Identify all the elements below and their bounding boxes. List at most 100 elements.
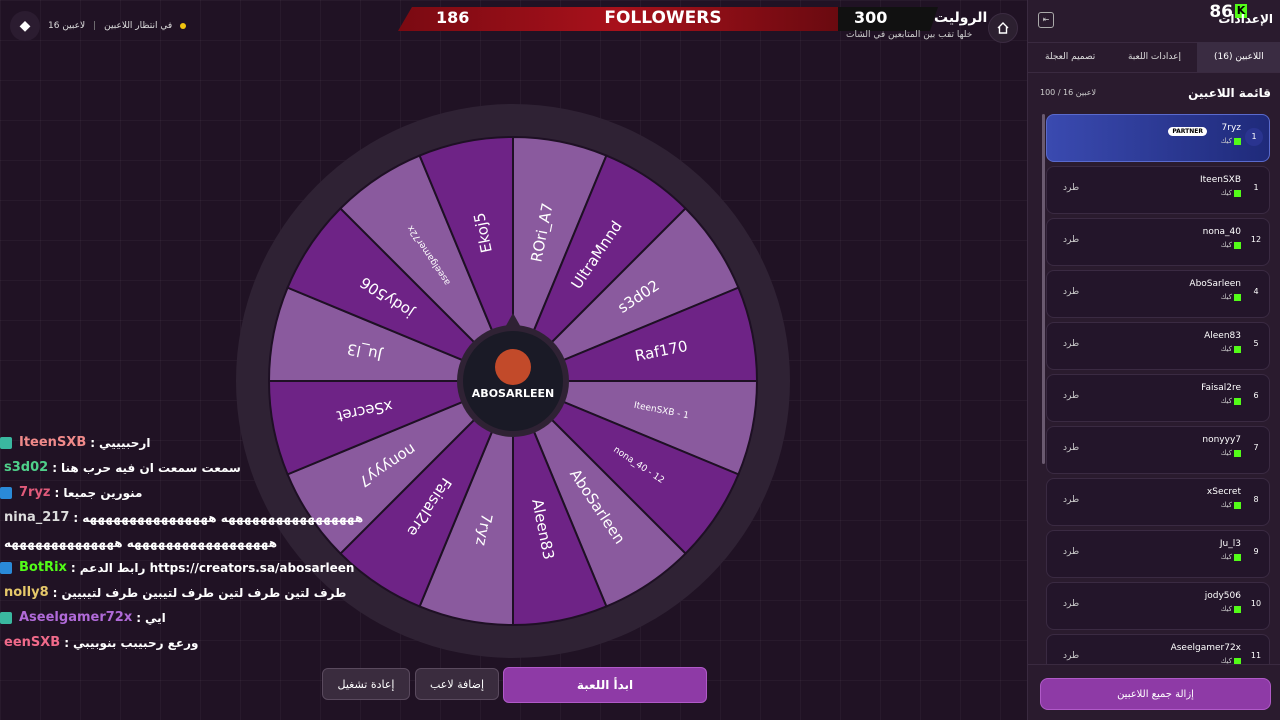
settings-panel: ⇤ 86 K الإعدادات تصميم العجلة إعدادات ال… — [1027, 0, 1280, 720]
restart-button[interactable]: إعادة تشغيل — [322, 668, 410, 700]
panel-title: الإعدادات — [1218, 12, 1273, 26]
player-row[interactable]: 1 7ryz كيك PARTNER — [1046, 114, 1270, 162]
player-row[interactable]: 9 Ju_l3 كيك طرد — [1046, 530, 1270, 578]
player-name: 7ryz — [1221, 123, 1241, 133]
add-player-button[interactable]: إضافة لاعب — [415, 668, 499, 700]
chat-badge-icon — [0, 611, 12, 624]
kick-player-button[interactable]: طرد — [1063, 287, 1079, 297]
chat-username[interactable]: eenSXB — [4, 635, 60, 650]
kick-player-button[interactable]: طرد — [1063, 599, 1079, 609]
kick-logo-icon — [1234, 345, 1241, 353]
kick-player-button[interactable]: طرد — [1063, 651, 1079, 661]
kick-player-button[interactable]: طرد — [1063, 235, 1079, 245]
players-count: 16 لاعبين — [48, 21, 86, 31]
player-name: nonyyy7 — [1202, 435, 1241, 445]
kick-logo-icon — [1234, 397, 1241, 405]
collapse-panel-icon[interactable]: ⇤ — [1038, 12, 1054, 28]
player-platform: كيك — [1221, 553, 1241, 561]
player-row[interactable]: 4 AboSarleen كيك طرد — [1046, 270, 1270, 318]
player-number: 9 — [1253, 547, 1259, 556]
chat-message: s3d02: سمعت سمعت ان فيه حرب هنا — [4, 460, 241, 475]
chat-message: IteenSXB: ارحبيييي — [0, 430, 420, 455]
player-name: AboSarleen — [1189, 279, 1241, 289]
roulette-subtitle: خلها تقب بين المتابعين في الشات — [846, 30, 973, 40]
player-name: jody506 — [1204, 591, 1241, 601]
player-number: 7 — [1253, 443, 1259, 452]
kick-player-button[interactable]: طرد — [1063, 443, 1079, 453]
player-row[interactable]: 12 nona_40 كيك طرد — [1046, 218, 1270, 266]
player-number: 1 — [1253, 183, 1259, 192]
kick-logo-icon — [1234, 137, 1241, 145]
chat-username[interactable]: 7ryz — [19, 485, 51, 500]
kick-logo-icon — [1234, 293, 1241, 301]
chat-text: ورعع رحبيبب بنوبيبي — [73, 635, 199, 650]
avatar-face-icon — [495, 349, 531, 385]
remove-all-players-button[interactable]: إزالة جميع اللاعبين — [1040, 678, 1271, 710]
kick-player-button[interactable]: طرد — [1063, 495, 1079, 505]
chat-username[interactable]: nolly8 — [4, 585, 49, 600]
player-number: 4 — [1253, 287, 1259, 296]
kick-logo-icon — [1234, 189, 1241, 197]
player-row[interactable]: 5 Aleen83 كيك طرد — [1046, 322, 1270, 370]
player-platform: كيك — [1221, 189, 1241, 197]
chat-feed: IteenSXB: ارحبيييي s3d02: سمعت سمعت ان فيه … — [0, 430, 420, 655]
chat-badge-icon — [0, 436, 12, 449]
player-row[interactable]: 11 Aseelgamer72x كيك طرد — [1046, 634, 1270, 664]
chat-text: ههههههههههههههههههه ههههههههههههههه — [4, 535, 278, 550]
player-number: 10 — [1250, 599, 1262, 608]
top-left-status: ◆ 16 لاعبين | في انتظار اللاعبين — [10, 10, 187, 42]
chat-username[interactable]: BotRix — [19, 560, 67, 575]
chat-text: طرف لتين طرف لتين طرف لتيبين طرف لتيبيين — [61, 585, 347, 600]
chat-username[interactable]: Aseelgamer72x — [19, 610, 132, 625]
waiting-status: في انتظار اللاعبين — [104, 21, 173, 31]
player-platform: كيك — [1221, 605, 1241, 613]
player-number: 1 — [1245, 128, 1263, 146]
players-list-count: 100 / 16 لاعبين — [1040, 88, 1097, 97]
player-platform: كيك — [1221, 293, 1241, 301]
tab-game-settings[interactable]: إعدادات اللعبة — [1112, 42, 1196, 72]
player-row[interactable]: 6 Faisal2re كيك طرد — [1046, 374, 1270, 422]
player-platform: كيك — [1221, 137, 1241, 145]
app-logo-icon: ◆ — [10, 11, 40, 41]
kick-player-button[interactable]: طرد — [1063, 339, 1079, 349]
player-name: Aseelgamer72x — [1170, 643, 1241, 653]
player-row[interactable]: 10 jody506 كيك طرد — [1046, 582, 1270, 630]
home-button[interactable] — [988, 13, 1018, 43]
status-dot-icon — [180, 23, 187, 29]
player-platform: كيك — [1221, 657, 1241, 664]
kick-player-button[interactable]: طرد — [1063, 183, 1079, 193]
chat-username[interactable]: s3d02 — [4, 460, 48, 475]
chat-message: ههههههههههههههههههه ههههههههههههههه — [0, 530, 420, 555]
player-platform: كيك — [1221, 241, 1241, 249]
home-icon — [997, 22, 1009, 34]
player-number: 8 — [1253, 495, 1259, 504]
roulette-title: الروليت — [934, 10, 988, 26]
player-platform: كيك — [1221, 397, 1241, 405]
kick-logo-icon — [1234, 553, 1241, 561]
chat-username[interactable]: IteenSXB — [19, 435, 86, 450]
chat-text: سمعت سمعت ان فيه حرب هنا — [61, 460, 241, 475]
tab-wheel-design[interactable]: تصميم العجلة — [1028, 42, 1112, 72]
player-row[interactable]: 8 xSecret كيك طرد — [1046, 478, 1270, 526]
chat-text: ايي — [145, 610, 166, 625]
wheel-center-label: ABOSARLEEN — [472, 387, 554, 400]
player-platform: كيك — [1221, 345, 1241, 353]
chat-badge-icon — [0, 486, 12, 499]
kick-player-button[interactable]: طرد — [1063, 547, 1079, 557]
chat-message: nolly8: طرف لتين طرف لتين طرف لتيبين طرف … — [4, 585, 347, 600]
player-name: xSecret — [1206, 487, 1241, 497]
kick-player-button[interactable]: طرد — [1063, 391, 1079, 401]
chat-username[interactable]: nina_217 — [4, 510, 69, 525]
player-row[interactable]: 1 IteenSXB كيك طرد — [1046, 166, 1270, 214]
players-scrollbar[interactable] — [1042, 114, 1045, 464]
chat-message: 7ryz: منورين جميعا — [0, 480, 420, 505]
kick-logo-icon — [1234, 501, 1241, 509]
player-name: IteenSXB — [1199, 175, 1241, 185]
followers-bar: 186 FOLLOWERS 300 — [398, 7, 938, 31]
player-row[interactable]: 7 nonyyy7 كيك طرد — [1046, 426, 1270, 474]
chat-message: BotRix: رابط الدعم https://creators.sa/ab… — [0, 555, 420, 580]
tab-players[interactable]: اللاعبين (16) — [1196, 42, 1280, 72]
player-number: 11 — [1250, 651, 1262, 660]
panel-tabs: تصميم العجلة إعدادات اللعبة اللاعبين (16… — [1028, 42, 1280, 73]
start-game-button[interactable]: ابدأ اللعبة — [503, 667, 707, 703]
